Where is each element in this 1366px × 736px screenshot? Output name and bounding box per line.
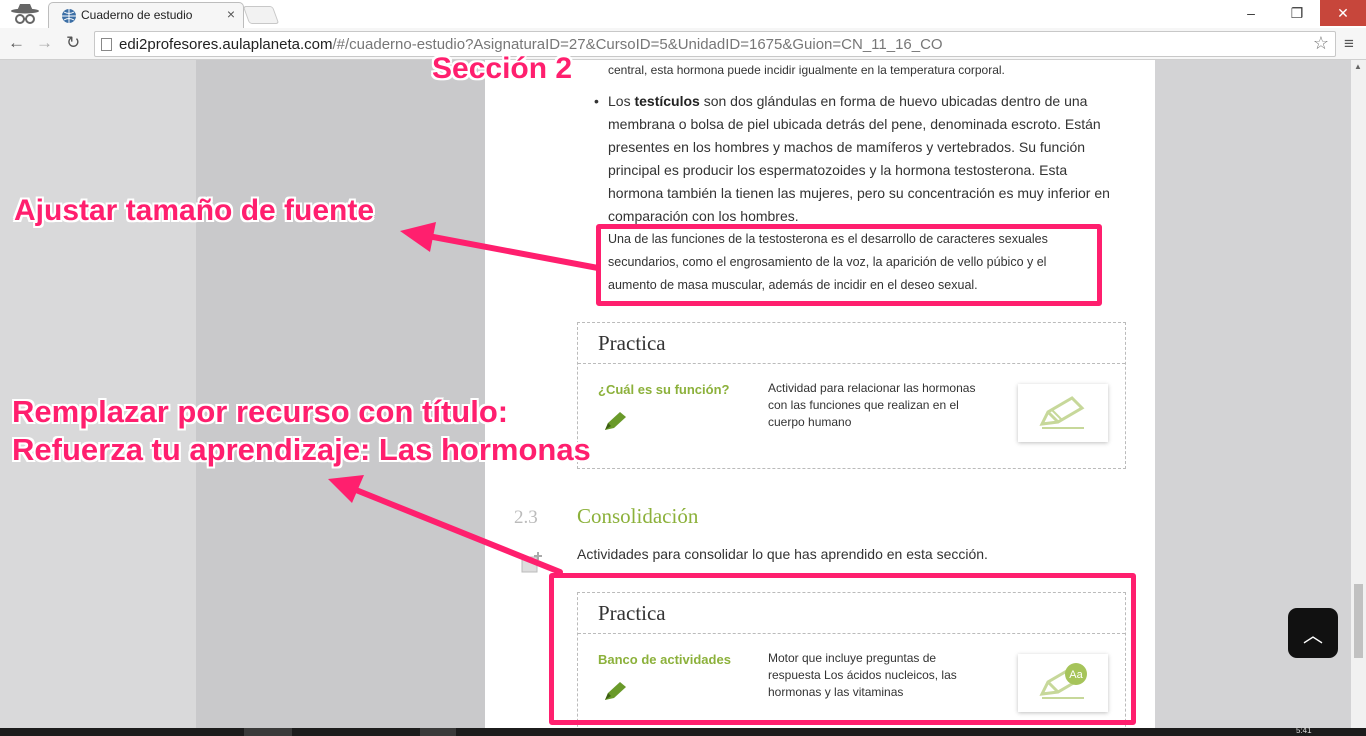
forward-button[interactable]: →: [36, 33, 53, 53]
bookmark-star-icon[interactable]: ☆: [1313, 33, 1329, 54]
highlight-box-replace: [549, 573, 1136, 725]
resource-description-funcion: Actividad para relacionar las hormonas c…: [768, 381, 976, 429]
section-description: Actividades para consolidar lo que has a…: [577, 546, 988, 562]
bullet-dot: •: [594, 93, 599, 109]
reload-button[interactable]: ↻: [66, 33, 80, 53]
section-number: 2.3: [514, 507, 538, 528]
pencil-paper-icon: [1039, 396, 1085, 429]
taskbar-clock: 5:41: [1296, 726, 1312, 735]
bullet-text: Los testículos son dos glándulas en form…: [608, 93, 1110, 224]
tab-title: Cuaderno de estudio: [81, 8, 193, 22]
taskbar-app-2[interactable]: [420, 728, 456, 736]
annotation-replace-line2: Refuerza tu aprendizaje: Las hormonas: [12, 432, 591, 467]
highlight-box-font: [596, 224, 1102, 306]
vertical-scrollbar[interactable]: ▲: [1351, 60, 1366, 728]
annotation-font-size: Ajustar tamaño de fuente: [14, 194, 375, 227]
maximize-button[interactable]: ❐: [1274, 0, 1320, 26]
add-note-icon[interactable]: [521, 551, 543, 573]
pencil-icon: [605, 412, 626, 430]
back-button[interactable]: ←: [8, 33, 25, 53]
previous-line: central, esta hormona puede incidir igua…: [608, 63, 1005, 77]
practica-heading-1: Practica: [578, 323, 1125, 364]
browser-tab[interactable]: Cuaderno de estudio ×: [48, 2, 244, 28]
scrollbar-thumb[interactable]: [1354, 584, 1363, 658]
annotation-replace-line1: Remplazar por recurso con título:: [12, 394, 509, 429]
testicles-bullet: • Los testículos son dos glándulas en fo…: [594, 90, 1118, 228]
minimize-button[interactable]: –: [1228, 0, 1274, 26]
browser-menu-icon[interactable]: ≡: [1344, 34, 1354, 54]
new-tab-button[interactable]: [242, 6, 280, 24]
resource-card-funcion[interactable]: [1018, 384, 1108, 442]
section-title: Consolidación: [577, 504, 699, 528]
scroll-to-top-button[interactable]: ︿: [1288, 608, 1338, 658]
annotation-section: Sección 2: [432, 52, 573, 85]
tab-strip: Cuaderno de estudio × – ❐ ✕: [0, 0, 1366, 28]
page-icon: [101, 38, 112, 51]
practica-box-1: Practica ¿Cuál es su función? Actividad …: [577, 322, 1126, 469]
taskbar-app-1[interactable]: [244, 728, 292, 736]
scroll-up-icon[interactable]: ▲: [1354, 62, 1362, 71]
browser-toolbar: ← → ↻ edi2profesores.aulaplaneta.com/#/c…: [0, 28, 1366, 60]
close-window-button[interactable]: ✕: [1320, 0, 1366, 26]
url-path: /#/cuaderno-estudio?AsignaturaID=27&Curs…: [332, 36, 943, 53]
tab-close-icon[interactable]: ×: [227, 6, 235, 22]
incognito-icon: [11, 4, 39, 24]
resource-title-funcion[interactable]: ¿Cuál es su función?: [598, 382, 729, 397]
url-host: edi2profesores.aulaplaneta.com: [119, 36, 333, 53]
url-text: edi2profesores.aulaplaneta.com/#/cuadern…: [119, 36, 943, 53]
address-bar[interactable]: edi2profesores.aulaplaneta.com/#/cuadern…: [94, 31, 1336, 57]
taskbar: 5:41: [0, 726, 1366, 736]
globe-icon: [62, 9, 76, 23]
